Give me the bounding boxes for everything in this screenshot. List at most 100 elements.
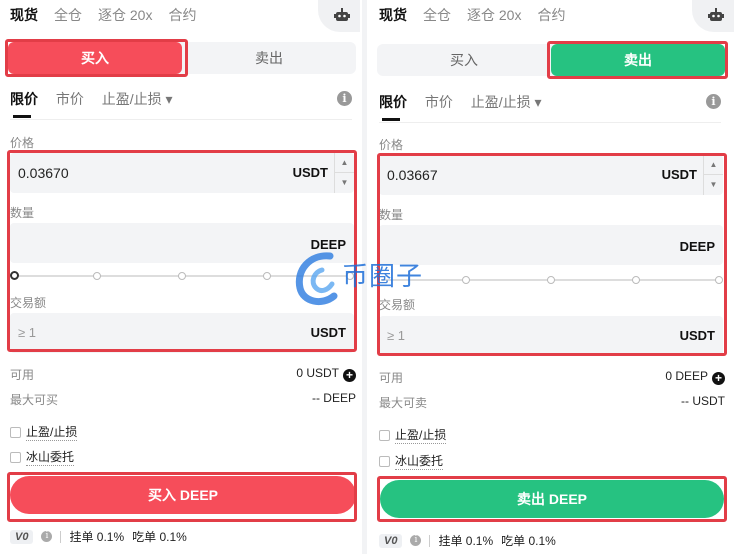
price-value: 0.03670 xyxy=(18,165,69,181)
maker-fee: 挂单 0.1% xyxy=(438,534,494,548)
price-stepper[interactable]: ▲ ▼ xyxy=(703,155,723,195)
checkbox-icon[interactable] xyxy=(379,429,390,441)
tp-sl-label: 止盈/止损 xyxy=(395,428,447,444)
fee-row: V0 i 挂单 0.1% 吃单 0.1% xyxy=(379,532,564,549)
step-up-icon[interactable]: ▲ xyxy=(335,153,354,173)
info-icon[interactable]: i xyxy=(410,535,422,546)
trading-bot-button[interactable] xyxy=(692,0,734,32)
taker-fee: 吃单 0.1% xyxy=(501,534,556,548)
buy-submit-button[interactable]: 买入 DEEP xyxy=(10,476,356,514)
step-down-icon[interactable]: ▼ xyxy=(704,175,723,195)
sell-submit-button[interactable]: 卖出 DEEP xyxy=(380,480,724,518)
vip-badge[interactable]: V0 xyxy=(379,533,403,548)
price-stepper[interactable]: ▲ ▼ xyxy=(334,153,354,193)
price-input[interactable]: 0.03670 USDT ▲ ▼ xyxy=(10,153,354,193)
info-icon[interactable]: i xyxy=(337,91,352,106)
available-row: 可用 0 USDT + xyxy=(10,366,356,383)
tab-cross-margin[interactable]: 全仓 xyxy=(54,5,82,25)
amount-placeholder: ≥ 1 xyxy=(18,325,36,340)
amount-placeholder: ≥ 1 xyxy=(387,328,405,343)
available-value: 0 DEEP xyxy=(665,369,708,383)
amount-unit: USDT xyxy=(310,325,346,340)
order-type-tabs: 限价 市价 止盈/止损 ▾ i xyxy=(379,91,721,123)
available-label: 可用 xyxy=(379,371,404,385)
slider-mark-75[interactable] xyxy=(632,276,640,284)
info-icon[interactable]: i xyxy=(41,531,53,542)
checkbox-icon[interactable] xyxy=(10,451,21,463)
tp-sl-checkbox[interactable]: 止盈/止损 xyxy=(379,426,447,444)
slider-mark-100[interactable] xyxy=(346,272,354,280)
buy-panel: 现货 全仓 逐仓 20x 合约 买入 卖出 限价 市价 止盈/止损 ▾ i 价格… xyxy=(0,0,360,554)
available-row: 可用 0 DEEP + xyxy=(379,369,725,386)
iceberg-label: 冰山委托 xyxy=(26,450,75,466)
vip-badge[interactable]: V0 xyxy=(10,529,34,544)
tp-sl-label: 止盈/止损 xyxy=(26,425,78,441)
slider-mark-50[interactable] xyxy=(547,276,555,284)
tab-isolated-margin[interactable]: 逐仓 20x xyxy=(467,5,521,25)
buy-tab[interactable]: 买入 xyxy=(8,42,182,74)
quantity-slider[interactable] xyxy=(10,270,354,282)
iceberg-checkbox[interactable]: 冰山委托 xyxy=(379,452,444,470)
quantity-input[interactable]: DEEP xyxy=(379,225,723,265)
slider-mark-50[interactable] xyxy=(178,272,186,280)
sell-tab[interactable]: 卖出 xyxy=(182,42,356,74)
available-value: 0 USDT xyxy=(296,366,339,380)
panel-divider xyxy=(362,0,367,554)
slider-mark-25[interactable] xyxy=(462,276,470,284)
slider-mark-75[interactable] xyxy=(263,272,271,280)
checkbox-icon[interactable] xyxy=(379,455,390,467)
tp-sl-checkbox[interactable]: 止盈/止损 xyxy=(10,423,78,441)
tab-market[interactable]: 市价 xyxy=(425,91,453,113)
amount-input[interactable]: ≥ 1 USDT xyxy=(379,316,723,356)
slider-mark-25[interactable] xyxy=(93,272,101,280)
quantity-input[interactable]: DEEP xyxy=(10,223,354,263)
plus-icon[interactable]: + xyxy=(712,372,725,385)
amount-label: 交易额 xyxy=(379,298,416,312)
available-label: 可用 xyxy=(10,368,35,382)
slider-mark-100[interactable] xyxy=(715,276,723,284)
checkbox-icon[interactable] xyxy=(10,426,21,438)
info-icon[interactable]: i xyxy=(706,94,721,109)
quantity-unit: DEEP xyxy=(679,239,715,254)
quantity-slider[interactable] xyxy=(381,274,723,286)
max-buy-value: -- DEEP xyxy=(311,391,356,405)
buy-sell-toggle: 买入 卖出 xyxy=(8,42,356,74)
tab-tp-sl[interactable]: 止盈/止损 ▾ xyxy=(471,91,542,113)
order-type-tabs: 限价 市价 止盈/止损 ▾ i xyxy=(10,88,352,120)
amount-unit: USDT xyxy=(679,328,715,343)
tab-limit[interactable]: 限价 xyxy=(10,88,38,118)
max-sell-row: 最大可卖 -- USDT xyxy=(379,394,725,411)
tab-contract[interactable]: 合约 xyxy=(537,5,565,25)
tab-market[interactable]: 市价 xyxy=(56,88,84,110)
step-down-icon[interactable]: ▼ xyxy=(335,173,354,193)
tab-limit[interactable]: 限价 xyxy=(379,91,407,121)
tab-contract[interactable]: 合约 xyxy=(168,5,196,25)
price-label: 价格 xyxy=(10,136,35,150)
buy-sell-toggle: 买入 卖出 xyxy=(377,44,725,76)
tab-spot[interactable]: 现货 xyxy=(10,5,38,25)
amount-label: 交易额 xyxy=(10,296,47,310)
price-label: 价格 xyxy=(379,138,404,152)
tab-spot[interactable]: 现货 xyxy=(379,5,407,25)
quantity-unit: DEEP xyxy=(310,237,346,252)
market-tabs: 现货 全仓 逐仓 20x 合约 xyxy=(10,4,212,26)
buy-tab[interactable]: 买入 xyxy=(377,44,551,76)
fee-row: V0 i 挂单 0.1% 吃单 0.1% xyxy=(10,528,195,545)
tab-cross-margin[interactable]: 全仓 xyxy=(423,5,451,25)
sell-panel: 现货 全仓 逐仓 20x 合约 买入 卖出 限价 市价 止盈/止损 ▾ i 价格… xyxy=(369,0,734,554)
step-up-icon[interactable]: ▲ xyxy=(704,155,723,175)
amount-input[interactable]: ≥ 1 USDT xyxy=(10,313,354,353)
max-sell-label: 最大可卖 xyxy=(379,396,428,410)
market-tabs: 现货 全仓 逐仓 20x 合约 xyxy=(379,4,581,26)
iceberg-label: 冰山委托 xyxy=(395,454,444,470)
max-buy-row: 最大可买 -- DEEP xyxy=(10,391,356,408)
sell-tab[interactable]: 卖出 xyxy=(551,44,725,76)
tab-tp-sl[interactable]: 止盈/止损 ▾ xyxy=(102,88,173,110)
slider-handle[interactable] xyxy=(10,271,19,280)
price-unit: USDT xyxy=(661,167,697,182)
trading-bot-button[interactable] xyxy=(318,0,360,32)
plus-icon[interactable]: + xyxy=(343,369,356,382)
price-input[interactable]: 0.03667 USDT ▲ ▼ xyxy=(379,155,723,195)
tab-isolated-margin[interactable]: 逐仓 20x xyxy=(98,5,152,25)
iceberg-checkbox[interactable]: 冰山委托 xyxy=(10,448,75,466)
